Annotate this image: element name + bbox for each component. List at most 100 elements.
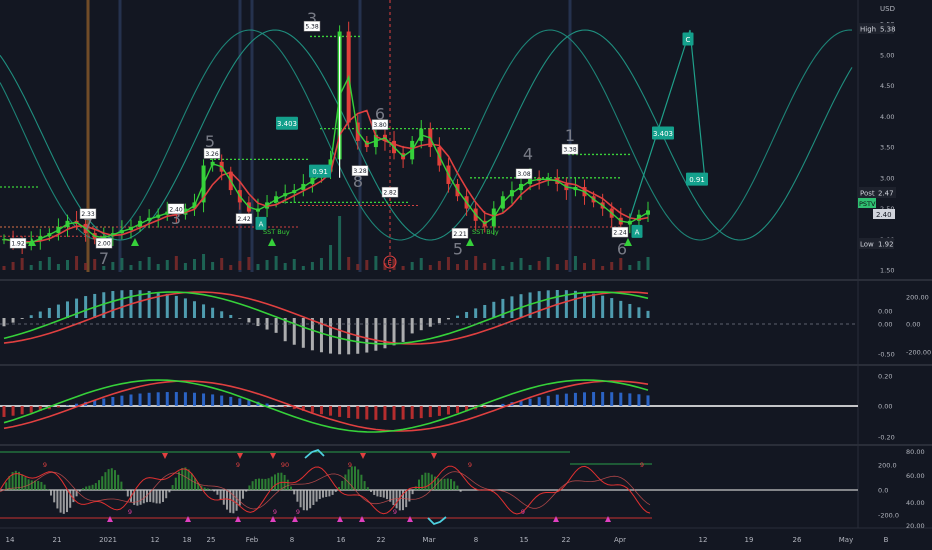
macd-histogram-bar: [165, 293, 169, 318]
oscillator-bar: [120, 395, 124, 406]
time-tick-label: May: [839, 536, 853, 544]
momentum-bar: [142, 490, 145, 504]
trading-chart[interactable]: 77353685416 1.922.332.002.403.262.425.38…: [0, 0, 932, 550]
volume-bar: [492, 259, 496, 270]
volume-bar: [365, 260, 369, 270]
price-axis[interactable]: USD: [880, 5, 895, 13]
macd-histogram-bar: [2, 318, 6, 327]
price-tick-label: 1.50: [880, 267, 894, 275]
momentum-bar: [94, 483, 97, 490]
momentum-bar: [357, 469, 360, 490]
macd-histogram-bar: [446, 318, 450, 320]
oscillator-bar: [410, 406, 414, 419]
volume-bar: [147, 257, 151, 270]
momentum-bar: [126, 490, 129, 497]
momentum-bar: [280, 472, 283, 490]
volume-bar: [329, 245, 333, 270]
signal-marker: 9: [128, 508, 132, 516]
momentum-bar: [43, 484, 46, 490]
price-tag-text: 5.38: [305, 24, 319, 31]
momentum-bar: [174, 477, 177, 490]
momentum-bar: [216, 490, 219, 495]
volume-bar: [501, 266, 505, 270]
oscillator-bar: [192, 392, 196, 406]
momentum-bar: [408, 490, 411, 502]
oscillator-tick-label: -0.20: [878, 434, 895, 442]
volume-bar: [84, 263, 88, 270]
macd-histogram-bar: [38, 311, 42, 318]
macd-histogram-bar: [546, 290, 550, 318]
price-tag-text: 2.24: [613, 230, 627, 237]
macd-histogram-bar: [301, 318, 305, 348]
rsi-tick-left: -200.0: [878, 512, 899, 520]
oscillator-bar: [528, 398, 532, 406]
macd-tick-right: 200.00: [906, 294, 929, 302]
momentum-bar: [168, 490, 171, 493]
volume-bar: [419, 258, 423, 270]
volume-bar: [319, 258, 323, 270]
volume-bar: [111, 262, 115, 270]
oscillator-bar: [446, 406, 450, 415]
time-tick-label: 25: [207, 536, 216, 544]
momentum-bar: [427, 472, 430, 490]
macd-histogram-bar: [111, 291, 115, 318]
time-tick-label: 12: [699, 536, 708, 544]
macd-histogram-bar: [646, 310, 650, 318]
momentum-bar: [158, 490, 161, 504]
svg-text:1.92: 1.92: [878, 241, 894, 249]
volume-bar: [211, 262, 215, 270]
momentum-bar: [245, 490, 248, 492]
volume-bar: [537, 261, 541, 270]
macd-histogram-bar: [637, 307, 641, 318]
oscillator-bar: [174, 392, 178, 406]
momentum-bar: [59, 490, 62, 513]
momentum-bar: [251, 481, 254, 490]
oscillator-bar: [619, 392, 623, 406]
time-tick-label: 16: [337, 536, 346, 544]
macd-histogram-bar: [410, 318, 414, 334]
oscillator-bar: [456, 406, 460, 413]
vertical-highlight-line: [238, 0, 242, 272]
volume-bar: [628, 265, 632, 270]
macd-histogram-bar: [401, 318, 405, 342]
oscillator-bar: [428, 406, 432, 418]
target-tag-text: 0.91: [689, 176, 705, 184]
macd-histogram-bar: [75, 298, 79, 318]
volume-bar: [474, 256, 478, 270]
oscillator-bar: [583, 392, 587, 406]
momentum-bar: [53, 490, 56, 503]
volume-bar: [220, 258, 224, 270]
momentum-bar: [254, 479, 257, 490]
currency-label: USD: [880, 5, 895, 13]
volume-bar: [573, 256, 577, 270]
momentum-bar: [40, 481, 43, 490]
macd-histogram-bar: [365, 318, 369, 353]
volume-bar: [528, 265, 532, 270]
oscillator-bar: [229, 396, 233, 406]
momentum-bar: [238, 490, 241, 506]
target-tag-text: 0.91: [312, 168, 328, 176]
volume-bar: [610, 262, 614, 270]
oscillator-bar: [11, 406, 15, 416]
macd-histogram-bar: [238, 318, 242, 319]
oscillator-bar: [383, 406, 387, 420]
volume-bar: [356, 264, 360, 270]
oscillator-bar: [56, 406, 60, 408]
macd-histogram-bar: [84, 296, 88, 318]
oscillator-bar: [147, 392, 151, 406]
momentum-bar: [181, 468, 184, 490]
volume-bar: [546, 257, 550, 270]
oscillator-bar: [29, 406, 33, 413]
price-tag-text: 2.00: [97, 241, 111, 248]
volume-bar: [564, 260, 568, 270]
momentum-bar: [165, 490, 168, 499]
momentum-bar: [395, 490, 398, 509]
oscillator-bar: [564, 393, 568, 406]
volume-bar: [456, 264, 460, 270]
momentum-bar: [341, 480, 344, 490]
volume-bar: [247, 257, 251, 270]
oscillator-bar: [20, 406, 24, 415]
momentum-bar: [88, 485, 91, 490]
time-tick-label: B: [884, 536, 889, 544]
volume-bar: [229, 265, 233, 270]
